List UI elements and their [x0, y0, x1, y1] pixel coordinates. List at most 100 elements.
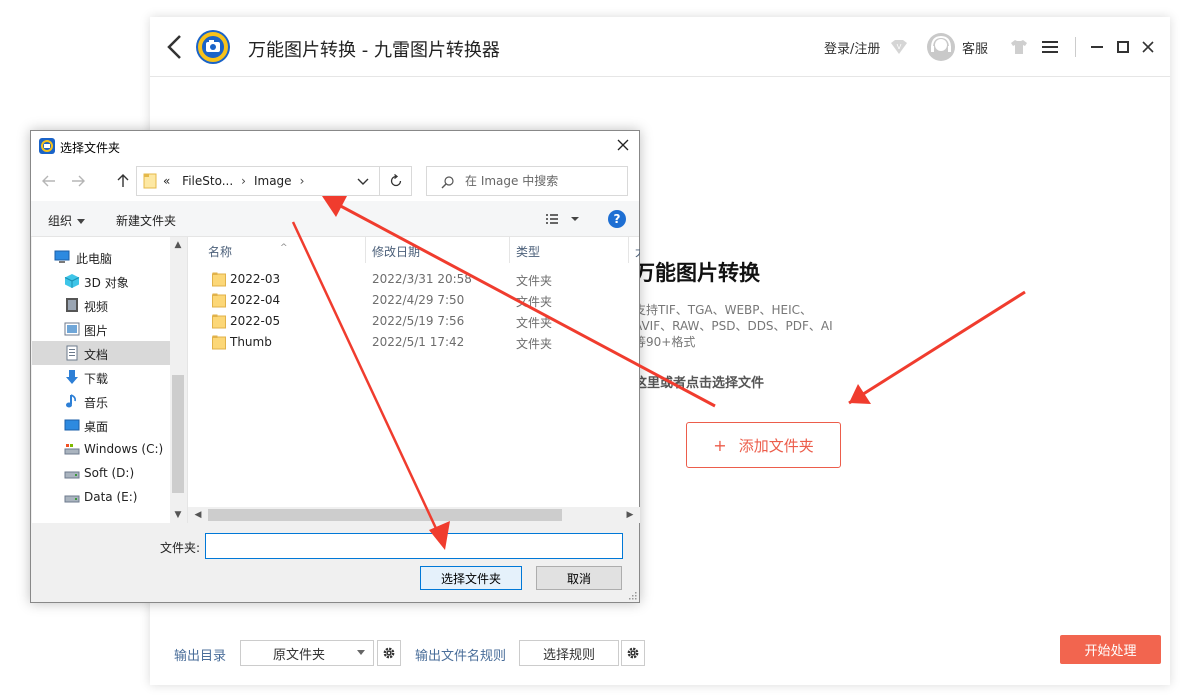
dialog-close-icon[interactable]	[615, 137, 631, 153]
scroll-left-arrow[interactable]: ◀	[190, 507, 206, 523]
file-modified: 2022/5/1 17:42	[372, 335, 465, 349]
nav-item-documents[interactable]: 文档	[32, 341, 170, 365]
column-header-name[interactable]: 名称 ^	[188, 237, 365, 263]
desktop-icon	[64, 419, 80, 431]
resize-grip-icon[interactable]	[627, 590, 637, 600]
svg-text:V: V	[897, 43, 902, 51]
3d-objects-icon	[64, 274, 80, 288]
back-arrow-icon[interactable]	[164, 33, 186, 61]
nav-item-videos[interactable]: 视频	[32, 293, 170, 317]
horizontal-scrollbar[interactable]: ◀ ▶	[188, 507, 640, 523]
dialog-nav-row: « FileSto... › Image ›	[31, 161, 639, 201]
nav-item-drive-d[interactable]: Soft (D:)	[32, 461, 170, 485]
app-logo-icon	[196, 30, 230, 64]
help-button[interactable]: ?	[608, 210, 626, 228]
cancel-button[interactable]: 取消	[536, 566, 622, 590]
file-name: 2022-05	[230, 314, 281, 328]
app-titlebar: 万能图片转换 - 九雷图片转换器 登录/注册 V 客服	[150, 17, 1170, 77]
add-folder-label: 添加文件夹	[738, 436, 814, 455]
nav-item-3d-objects[interactable]: 3D 对象	[32, 269, 170, 293]
drive-icon	[64, 495, 80, 503]
start-processing-button[interactable]: 开始处理	[1060, 635, 1161, 664]
new-folder-button[interactable]: 新建文件夹	[116, 212, 176, 229]
address-segment-image[interactable]: Image	[254, 174, 292, 188]
scrollbar-thumb[interactable]	[208, 509, 562, 521]
file-name: 2022-03	[230, 272, 281, 286]
address-path: « FileSto... › Image ›	[163, 174, 312, 188]
file-type: 文件夹	[516, 274, 553, 288]
drive-icon	[64, 444, 80, 455]
select-rule-button[interactable]: 选择规则	[519, 640, 619, 666]
chevron-down-icon	[357, 650, 365, 655]
nav-forward-icon[interactable]	[70, 173, 86, 189]
output-dir-select[interactable]: 原文件夹	[240, 640, 374, 666]
folder-icon	[143, 173, 157, 189]
scroll-down-arrow[interactable]: ▼	[170, 507, 186, 523]
select-folder-button[interactable]: 选择文件夹	[420, 566, 522, 590]
maximize-icon[interactable]	[1116, 40, 1130, 54]
scroll-up-arrow[interactable]: ▲	[170, 237, 186, 253]
address-bar[interactable]: « FileSto... › Image ›	[136, 166, 412, 196]
customer-service-avatar[interactable]	[927, 33, 955, 61]
folder-icon	[212, 314, 226, 329]
output-dir-settings-button[interactable]	[377, 640, 401, 666]
file-row[interactable]: 2022-04 2022/4/29 7:50 文件夹	[188, 290, 624, 311]
gear-icon	[383, 647, 395, 659]
search-box[interactable]	[426, 166, 628, 196]
video-icon	[66, 298, 78, 312]
nav-item-drive-c[interactable]: Windows (C:)	[32, 437, 170, 461]
view-options-icon[interactable]	[544, 211, 584, 227]
nav-item-music[interactable]: 音乐	[32, 389, 170, 413]
nav-item-drive-e[interactable]: Data (E:)	[32, 485, 170, 509]
file-type: 文件夹	[516, 295, 553, 309]
login-register-link[interactable]: 登录/注册	[824, 38, 880, 57]
nav-item-label: 视频	[84, 300, 109, 314]
search-input[interactable]	[465, 173, 620, 189]
column-header-type[interactable]: 类型	[510, 237, 628, 263]
nav-item-label: 此电脑	[76, 252, 113, 266]
app-title: 万能图片转换 - 九雷图片转换器	[248, 40, 500, 61]
hamburger-menu-icon[interactable]	[1041, 39, 1059, 55]
file-row[interactable]: 2022-05 2022/5/19 7:56 文件夹	[188, 311, 624, 332]
computer-icon	[54, 250, 70, 263]
nav-item-downloads[interactable]: 下载	[32, 365, 170, 389]
file-row[interactable]: 2022-03 2022/3/31 20:58 文件夹	[188, 269, 624, 290]
music-icon	[66, 394, 76, 408]
column-header-size[interactable]: 大	[629, 237, 640, 263]
file-row[interactable]: Thumb 2022/5/1 17:42 文件夹	[188, 332, 624, 353]
vip-icon[interactable]: V	[890, 39, 908, 55]
titlebar-divider	[1075, 37, 1076, 57]
column-header-label: 修改日期	[372, 245, 421, 259]
file-name: 2022-04	[230, 293, 281, 307]
column-header-modified[interactable]: 修改日期	[366, 237, 509, 263]
nav-item-label: 3D 对象	[84, 276, 129, 290]
add-folder-button[interactable]: + 添加文件夹	[686, 422, 841, 468]
address-overflow-chevron[interactable]: «	[163, 174, 170, 188]
refresh-button[interactable]	[379, 167, 412, 195]
address-separator[interactable]: ›	[241, 174, 246, 188]
folder-input[interactable]	[205, 533, 623, 559]
customer-service-label[interactable]: 客服	[962, 38, 988, 57]
file-type: 文件夹	[516, 316, 553, 330]
nav-pane-scrollbar[interactable]	[170, 237, 186, 523]
nav-item-pictures[interactable]: 图片	[32, 317, 170, 341]
chevron-down-icon[interactable]	[357, 178, 369, 186]
organize-button[interactable]: 组织	[48, 212, 86, 229]
address-separator[interactable]: ›	[300, 174, 305, 188]
scrollbar-thumb[interactable]	[172, 375, 184, 493]
nav-item-this-pc[interactable]: 此电脑	[32, 245, 170, 269]
filename-rule-settings-button[interactable]	[621, 640, 645, 666]
close-icon[interactable]	[1141, 40, 1155, 54]
supported-formats-text: 支持TIF、TGA、WEBP、HEIC、AVIF、RAW、PSD、DDS、PDF…	[634, 303, 833, 349]
nav-item-desktop[interactable]: 桌面	[32, 413, 170, 437]
feature-title: 万能图片转换	[634, 261, 760, 285]
nav-back-icon[interactable]	[41, 173, 57, 189]
minimize-icon[interactable]	[1090, 40, 1104, 54]
scroll-right-arrow[interactable]: ▶	[622, 507, 638, 523]
plus-icon: +	[713, 435, 727, 455]
tshirt-icon[interactable]	[1010, 39, 1028, 55]
nav-item-label: 音乐	[84, 396, 109, 410]
nav-up-icon[interactable]	[115, 173, 131, 189]
address-segment-filestore[interactable]: FileSto...	[182, 174, 233, 188]
navigation-pane: ▲ 此电脑 3D 对象 视频	[32, 237, 186, 523]
